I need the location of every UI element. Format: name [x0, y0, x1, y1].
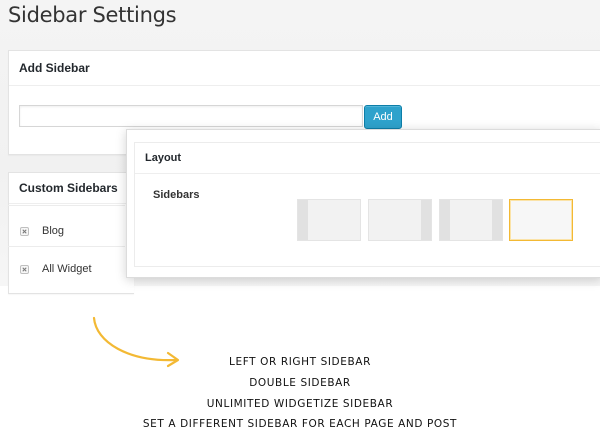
custom-sidebars-header: Custom Sidebars: [9, 173, 134, 204]
layout-panel: Layout Sidebars: [126, 129, 600, 278]
sidebar-column: [440, 200, 450, 240]
feature-line: Unlimited widgetize sidebar: [206, 398, 394, 410]
layout-option-right-sidebar[interactable]: [368, 199, 432, 241]
sidebars-label: Sidebars: [153, 189, 200, 201]
layout-option-left-sidebar[interactable]: [297, 199, 361, 241]
feature-line: Set a different sidebar for each page an…: [142, 418, 458, 430]
layout-header: Layout: [135, 143, 600, 174]
page-title: Sidebar Settings: [8, 3, 177, 27]
layout-panel-inner: Layout Sidebars: [134, 142, 600, 267]
list-item: Blog: [20, 222, 64, 240]
remove-icon[interactable]: [20, 264, 29, 274]
feature-line: Left or right sidebar: [229, 356, 371, 368]
layout-option-double-sidebar[interactable]: [439, 199, 503, 241]
sidebar-column: [298, 200, 308, 240]
custom-sidebar-label: Blog: [42, 225, 65, 237]
divider: [8, 205, 125, 206]
layout-option-no-sidebar[interactable]: [509, 199, 573, 241]
sidebar-column: [421, 200, 431, 240]
add-sidebar-header: Add Sidebar: [9, 51, 600, 86]
remove-icon[interactable]: [20, 226, 29, 236]
custom-sidebar-label: All Widget: [42, 263, 92, 275]
feature-line: Double sidebar: [249, 377, 351, 389]
list-item: All Widget: [20, 260, 92, 278]
divider: [8, 246, 125, 247]
feature-annotations: Left or right sidebar Double sidebar Unl…: [0, 300, 600, 431]
add-button[interactable]: Add: [364, 105, 402, 129]
sidebar-name-input[interactable]: [19, 105, 363, 127]
sidebar-column: [492, 200, 502, 240]
